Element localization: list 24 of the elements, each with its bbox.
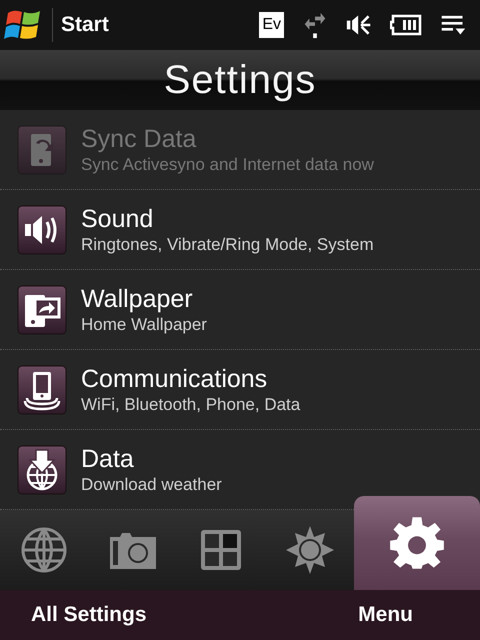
- wallpaper-phone-icon: [17, 284, 67, 334]
- item-subtitle: Sync Activesyno and Internet data now: [81, 154, 374, 176]
- globe-icon: [19, 525, 70, 575]
- item-title: Communications: [81, 364, 268, 394]
- item-subtitle: Ringtones, Vibrate/Ring Mode, System: [81, 234, 374, 256]
- connection-arrows-icon[interactable]: [302, 11, 328, 39]
- item-subtitle: WiFi, Bluetooth, Phone, Data: [81, 394, 300, 416]
- phone-dock-icon: [17, 364, 67, 414]
- item-title: Sync Data: [81, 124, 198, 154]
- start-label[interactable]: Start: [61, 13, 109, 37]
- sun-icon: [284, 525, 335, 575]
- item-title: Wallpaper: [81, 284, 194, 314]
- all-settings-softkey[interactable]: All Settings: [31, 603, 147, 627]
- page-title: Settings: [164, 58, 316, 102]
- notification-badge[interactable]: Ev: [259, 12, 284, 38]
- item-subtitle: Home Wallpaper: [81, 314, 207, 336]
- item-title: Sound: [81, 204, 154, 234]
- speaker-icon: [17, 204, 67, 254]
- gear-icon: [389, 515, 445, 571]
- item-subtitle: Download weather: [81, 474, 222, 496]
- item-title: Data: [81, 444, 135, 474]
- gear-tab[interactable]: [354, 496, 480, 590]
- download-globe-icon: [17, 444, 67, 494]
- menu-softkey[interactable]: Menu: [358, 603, 413, 627]
